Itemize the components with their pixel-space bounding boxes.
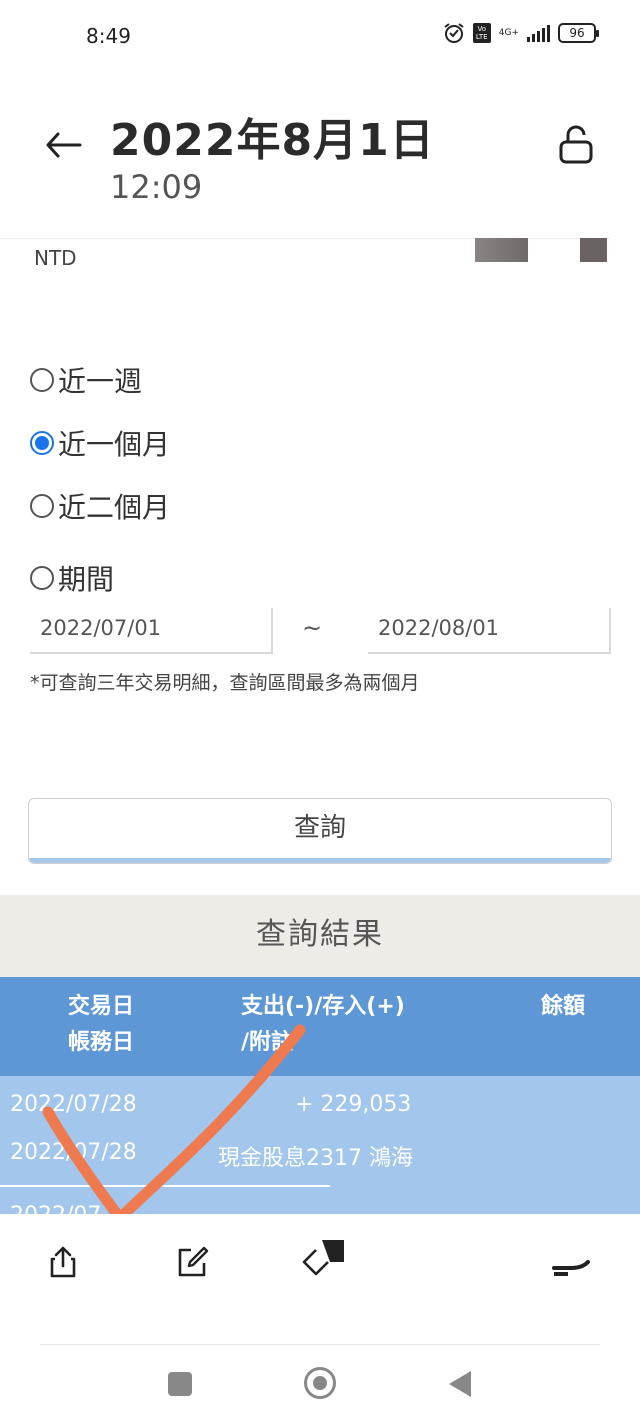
battery-icon: 96 bbox=[558, 23, 599, 43]
results-table-header: 交易日 帳務日 支出(-)/存入(+) /附註 餘額 bbox=[0, 977, 640, 1079]
radio-option-two-months[interactable]: 近二個月 bbox=[30, 486, 170, 526]
redacted-block bbox=[475, 238, 528, 262]
recent-apps-button[interactable] bbox=[168, 1372, 192, 1396]
signal-icon bbox=[527, 24, 550, 42]
edit-icon[interactable] bbox=[174, 1244, 210, 1280]
header-memo: /附註 bbox=[241, 1030, 294, 1055]
status-icons: Vo LTE 4G+ 96 bbox=[443, 22, 599, 44]
status-time: 8:49 bbox=[86, 24, 131, 48]
row-post-date: 2022/07/28 bbox=[10, 1140, 137, 1165]
row-divider bbox=[0, 1185, 330, 1187]
alarm-icon bbox=[444, 23, 464, 43]
row-trade-date: 2022/07/28 bbox=[10, 1092, 137, 1117]
share-icon[interactable] bbox=[45, 1244, 81, 1280]
radio-label: 期間 bbox=[58, 563, 115, 596]
radio-option-month[interactable]: 近一個月 bbox=[30, 423, 170, 463]
back-arrow-icon[interactable] bbox=[44, 128, 84, 162]
network-type-label: 4G+ bbox=[498, 27, 519, 38]
radio-label: 近一週 bbox=[58, 365, 143, 398]
back-button[interactable] bbox=[449, 1371, 471, 1397]
unlock-icon[interactable] bbox=[556, 124, 596, 166]
radio-button[interactable] bbox=[30, 368, 54, 392]
query-range-note: *可查詢三年交易明細，查詢區間最多為兩個月 bbox=[30, 672, 420, 694]
currency-label: NTD bbox=[34, 246, 77, 270]
date-range-separator: ~ bbox=[302, 614, 323, 642]
radio-option-week[interactable]: 近一週 bbox=[30, 360, 142, 400]
results-table-body: 2022/07/28 + 229,053 2022/07/28 現金股息2317… bbox=[0, 1076, 640, 1216]
volte-icon: Vo LTE bbox=[472, 23, 491, 43]
results-title: 查詢結果 bbox=[0, 895, 640, 977]
radio-label: 近二個月 bbox=[58, 491, 171, 524]
row-memo: 現金股息2317 鴻海 bbox=[218, 1146, 413, 1171]
page-title: 2022年8月1日 bbox=[110, 115, 435, 166]
radio-option-period[interactable]: 期間 bbox=[30, 558, 114, 598]
query-button[interactable]: 查詢 bbox=[28, 798, 612, 864]
radio-button[interactable] bbox=[30, 494, 54, 518]
header-balance: 餘額 bbox=[541, 994, 586, 1019]
header-post-date: 帳務日 bbox=[68, 1030, 135, 1055]
radio-label: 近一個月 bbox=[58, 428, 171, 461]
radio-button-selected[interactable] bbox=[30, 431, 54, 455]
toolbar-divider bbox=[40, 1344, 600, 1345]
start-date-field[interactable]: 2022/07/01 bbox=[30, 608, 273, 654]
end-date-field[interactable]: 2022/08/01 bbox=[368, 608, 611, 654]
favorite-icon[interactable] bbox=[300, 1238, 346, 1278]
row-amount: + 229,053 bbox=[295, 1092, 412, 1117]
home-button[interactable] bbox=[304, 1367, 336, 1399]
more-icon[interactable] bbox=[552, 1254, 592, 1284]
bottom-toolbar bbox=[0, 1214, 640, 1344]
radio-button[interactable] bbox=[30, 566, 54, 590]
header-amount: 支出(-)/存入(+) bbox=[241, 994, 405, 1019]
page-subtitle-time: 12:09 bbox=[110, 168, 203, 206]
redacted-block bbox=[580, 238, 607, 262]
header-trade-date: 交易日 bbox=[68, 994, 135, 1019]
